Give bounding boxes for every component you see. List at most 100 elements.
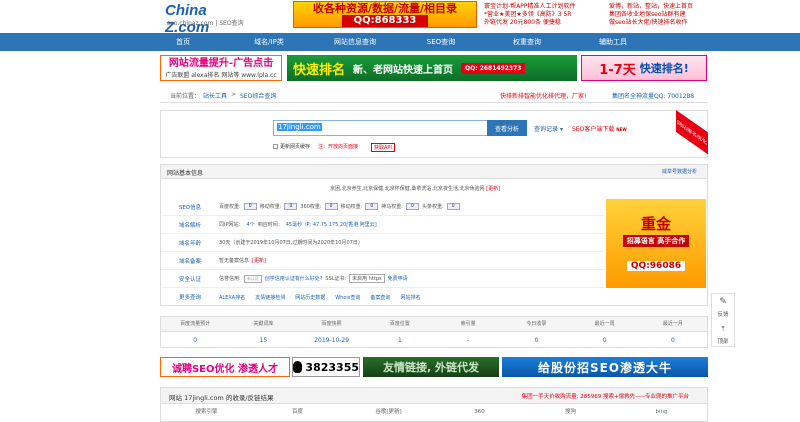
- main-nav: 首页 域名/IP类 网站信息查询 SEO查询 权重查询 辅助工具: [0, 33, 800, 51]
- top-banner-ad[interactable]: 收各种资源/数据/流量/相目录 QQ:868333: [293, 1, 477, 28]
- query-history-link[interactable]: 查询记录 ▾: [534, 124, 563, 133]
- feedback-button[interactable]: 反馈: [712, 310, 734, 318]
- top-text-ad-right[interactable]: 爱博，新站，整站，快速上首页 集团各收业地保seo站群有建 做seo站长大佬/快…: [609, 3, 693, 27]
- ad-b3-d1: 1-7天: [599, 62, 636, 78]
- results-col-360: 360: [474, 409, 485, 415]
- more-link-alexa[interactable]: ALEXA排名: [219, 294, 245, 301]
- stats-head-6: 今日收录: [526, 321, 547, 327]
- stats-row: 0 15 2019-10-29 1 - 0 0 0: [161, 333, 707, 348]
- stats-head-3: 百度快照: [321, 321, 342, 327]
- search-input[interactable]: 17jingli.com: [273, 120, 488, 136]
- crumb-page[interactable]: SEO综合查询: [240, 91, 276, 100]
- more-link-whois[interactable]: Whois查询: [335, 294, 360, 301]
- nav-home[interactable]: 首页: [140, 37, 226, 47]
- bottom-ad-recruit[interactable]: 诚聘SEO优化 渗透人才: [160, 357, 290, 377]
- side-ad-qq: QQ:96086: [626, 261, 686, 271]
- sm-weight-badge[interactable]: 0: [365, 203, 379, 210]
- bottom-ad-seo[interactable]: 给股份招SEO渗透大牛: [502, 357, 708, 377]
- floating-toolbar: ✎ 反馈 ⤒ 顶部: [711, 293, 735, 347]
- ad-7day-banner[interactable]: 1-7天 快速排名!: [581, 55, 707, 81]
- get-api-button[interactable]: 获取API: [371, 143, 395, 152]
- 360-weight-badge[interactable]: 0: [324, 203, 338, 210]
- arrow-up-icon[interactable]: ⤒: [712, 325, 734, 334]
- nav-tools[interactable]: 辅助工具: [570, 37, 656, 47]
- side-recruit-ad[interactable]: 重金 招募语言 高手合作 QQ:96086: [606, 199, 706, 288]
- ad-b2-k2: 新、老网站快速上首页: [353, 64, 454, 76]
- update-cache-label: 更新网页缓存: [280, 144, 311, 150]
- nav-seo[interactable]: SEO查询: [398, 37, 484, 47]
- top-text-ad-left[interactable]: 寰宝计划-帮APP精准人工计划软件 *营业★美团★多领《高防》3 5R 外链代发…: [484, 3, 576, 27]
- same-ip-count[interactable]: 4个: [247, 221, 255, 228]
- bottom-ad-qq-number: 3823355: [305, 360, 359, 374]
- update-cache-checkbox[interactable]: [273, 144, 278, 149]
- ssl-label: SSL证书:: [325, 276, 347, 282]
- basic-info-title: 网站基本信息: [167, 170, 204, 177]
- results-title: 网站 17jingli.com 的收录/反链结果: [169, 394, 274, 402]
- bottom-ad-links[interactable]: 友情链接, 外链代发: [363, 357, 499, 377]
- stats-head-2: 关键词库: [253, 321, 274, 327]
- site-description-text: 京困,北京养生,北京保健,北京怀保健,桑拿洗浴,北京夜生活,北京休验网: [330, 186, 485, 192]
- ssl-free-link[interactable]: 免费申请: [388, 275, 408, 282]
- back-to-top-button[interactable]: 顶部: [712, 337, 734, 345]
- nav-weight[interactable]: 权重查询: [484, 37, 570, 47]
- icp-update-link[interactable]: [更新]: [252, 257, 266, 264]
- mobile-weight-label: 移动权重:: [259, 204, 282, 210]
- nav-site-info[interactable]: 网站信息查询: [312, 37, 398, 47]
- top-text-left-3: 外链代发 20元800条 便捷稳: [484, 19, 561, 26]
- breadcrumb: 当前位置： 站长工具 > SEO综合查询 快排新排智能优化排代理，厂家! 集团名…: [160, 89, 708, 103]
- toutiao-weight-badge[interactable]: 0: [446, 203, 460, 210]
- stats-head-8: 最近一月: [662, 321, 683, 327]
- bottom-ad-qq[interactable]: 3823355: [292, 357, 360, 377]
- stats-val-8[interactable]: 0: [639, 333, 707, 348]
- more-link-icp[interactable]: 备案查询: [370, 294, 390, 301]
- edit-icon[interactable]: ✎: [712, 297, 734, 307]
- results-col-baidu: 百度: [291, 409, 303, 415]
- stats-val-3[interactable]: 2019-10-29: [298, 333, 366, 348]
- trust-apply-link[interactable]: 创学信用认证有什么好处?: [265, 275, 323, 282]
- chinaz-logo[interactable]: China Z.com seo.chinaz.com | SEO查询: [165, 2, 247, 36]
- ad-fast-rank-banner[interactable]: 快速排名 新、老网站快速上首页 QQ: 2681492373: [287, 55, 577, 81]
- top-text-right-3: 做seo站长大佬/快速排名收作: [609, 19, 688, 26]
- crumb-promo[interactable]: 快排新排智能优化排代理，厂家!: [500, 91, 586, 100]
- results-col-bing: bing: [655, 409, 668, 415]
- domain-age-value[interactable]: 30天（创建于2019年10月07日,过期时间为2020年10月07日）: [219, 239, 363, 246]
- trust-badge[interactable]: 未认证: [243, 274, 262, 283]
- stats-header: 百度流量预计 关键词库 百度快照 百度位置 索引量 今日收录 最近一周 最近一月: [161, 317, 707, 332]
- nav-domain-ip[interactable]: 域名/IP类: [226, 37, 312, 47]
- more-link-history[interactable]: 网站历史数据: [295, 294, 325, 301]
- open-note[interactable]: 注：开放向页面接: [318, 143, 358, 150]
- domain-parse-label: 域名解析: [178, 222, 201, 229]
- crumb-site[interactable]: 站长工具: [203, 91, 227, 100]
- ad-traffic-banner[interactable]: 网站流量提升-广告点击 广告联盟 alexa排名 网站等 www.lpla.cc: [160, 55, 282, 81]
- results-right-ad[interactable]: 集团一手天价收购流量: 285969 搜索+偿救先-----专业爬的推广平台: [522, 392, 689, 400]
- stats-val-2[interactable]: 15: [229, 333, 297, 348]
- results-columns: 搜索引擎 百度 谷歌[更新] 360 搜狗 bing: [161, 405, 707, 419]
- update-cache-option[interactable]: 更新网页缓存: [273, 143, 310, 150]
- stats-val-4[interactable]: 1: [366, 333, 434, 348]
- desc-update-link[interactable]: [更新]: [486, 186, 500, 192]
- response-value: 45毫秒: [285, 222, 303, 228]
- mobile-weight-badge[interactable]: 0: [284, 203, 298, 210]
- penguin-icon: [293, 361, 303, 373]
- shenma-weight-badge[interactable]: 0: [405, 203, 419, 210]
- seo-client-link[interactable]: SEO客户端下载 NEW: [572, 124, 627, 133]
- ip-address[interactable]: IP: 47.75.175.20[香港 阿里云]: [305, 221, 377, 228]
- row-domain-age: 域名年龄 30天（创建于2019年10月07日,过期时间为2020年10月07日…: [161, 234, 604, 252]
- stats-val-5[interactable]: -: [434, 333, 502, 348]
- top-text-left-1: 寰宝计划-帮APP精准人工计划软件: [484, 3, 576, 10]
- results-col-sogou: 搜狗: [564, 409, 576, 415]
- stats-val-1[interactable]: 0: [161, 333, 229, 348]
- stats-val-7[interactable]: 0: [571, 333, 639, 348]
- baidu-weight-badge[interactable]: 0: [243, 203, 257, 210]
- new-badge: NEW: [616, 127, 627, 132]
- icp-value: 暂无备案信息: [219, 258, 250, 264]
- more-link-friendlinks[interactable]: 友情链接检测: [255, 294, 285, 301]
- more-link-rank[interactable]: 网站排名: [400, 294, 420, 301]
- crumb-ad[interactable]: 集团名全神流量QQ: 7001288: [612, 91, 694, 100]
- search-button[interactable]: 查看分析: [487, 120, 527, 136]
- basic-info-right-link[interactable]: 威举号数据分析: [662, 168, 697, 175]
- crumb-sep: >: [231, 91, 237, 98]
- results-col-google[interactable]: 谷歌[更新]: [343, 405, 434, 419]
- security-label: 安全认证: [178, 276, 201, 283]
- stats-val-6[interactable]: 0: [502, 333, 570, 348]
